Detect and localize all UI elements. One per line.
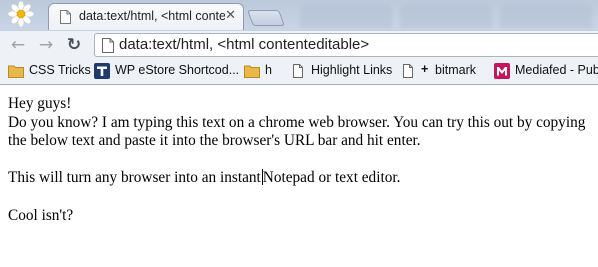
folder-icon [8,65,24,78]
bookmark-label: WP eStore Shortcod... [115,63,240,77]
background-tab-blurred [300,4,392,28]
t-logo-icon [94,63,110,79]
editable-text-area[interactable]: Hey guys! Do you know? I am typing this … [8,95,594,225]
tab-strip: data:text/html, <html contenteditable> ✕ [0,0,598,30]
page-icon [293,64,303,78]
bookmarks-bar: CSS Tricks WP eStore Shortcod... h Highl… [0,58,598,85]
background-tab-blurred [500,4,592,28]
bookmark-label: h [265,63,272,77]
text-before-caret: This will turn any browser into an insta… [8,169,261,187]
bookmark-label: Highlight Links [311,63,393,77]
new-tab-button[interactable] [247,10,285,26]
toolbar: ← → ↻ data:text/html, <html contentedita… [0,30,598,59]
background-tab-blurred [400,4,492,28]
daisy-logo-icon [8,1,34,27]
folder-icon [244,65,260,78]
address-bar[interactable]: data:text/html, <html contenteditable> [94,33,598,57]
tab-title: data:text/html, <html contenteditable> [79,9,225,23]
text-line: Hey guys! [8,95,72,112]
text-line: This will turn any browser into an insta… [8,169,594,188]
close-tab-icon[interactable]: ✕ [225,8,236,23]
bookmark-label: Mediafed - Pub [515,63,598,77]
page-icon [60,10,71,24]
forward-arrow-icon[interactable]: → [36,35,56,55]
reload-icon[interactable]: ↻ [64,35,84,55]
active-tab[interactable]: data:text/html, <html contenteditable> ✕ [48,3,244,30]
page-icon [403,64,413,78]
text-after-caret: Notepad or text editor. [262,169,401,187]
address-bar-text: data:text/html, <html contenteditable> [119,36,370,53]
m-logo-icon [494,63,510,79]
text-paragraph: Do you know? I am typing this text on a … [8,113,586,150]
bookmark-label: bitmark [435,63,476,77]
plus-icon: + [421,62,429,76]
bookmark-label: CSS Tricks [29,63,91,77]
page-content[interactable]: Hey guys! Do you know? I am typing this … [0,85,598,267]
text-line: Cool isn't? [8,206,74,224]
back-arrow-icon[interactable]: ← [8,35,28,55]
page-icon [102,38,114,53]
